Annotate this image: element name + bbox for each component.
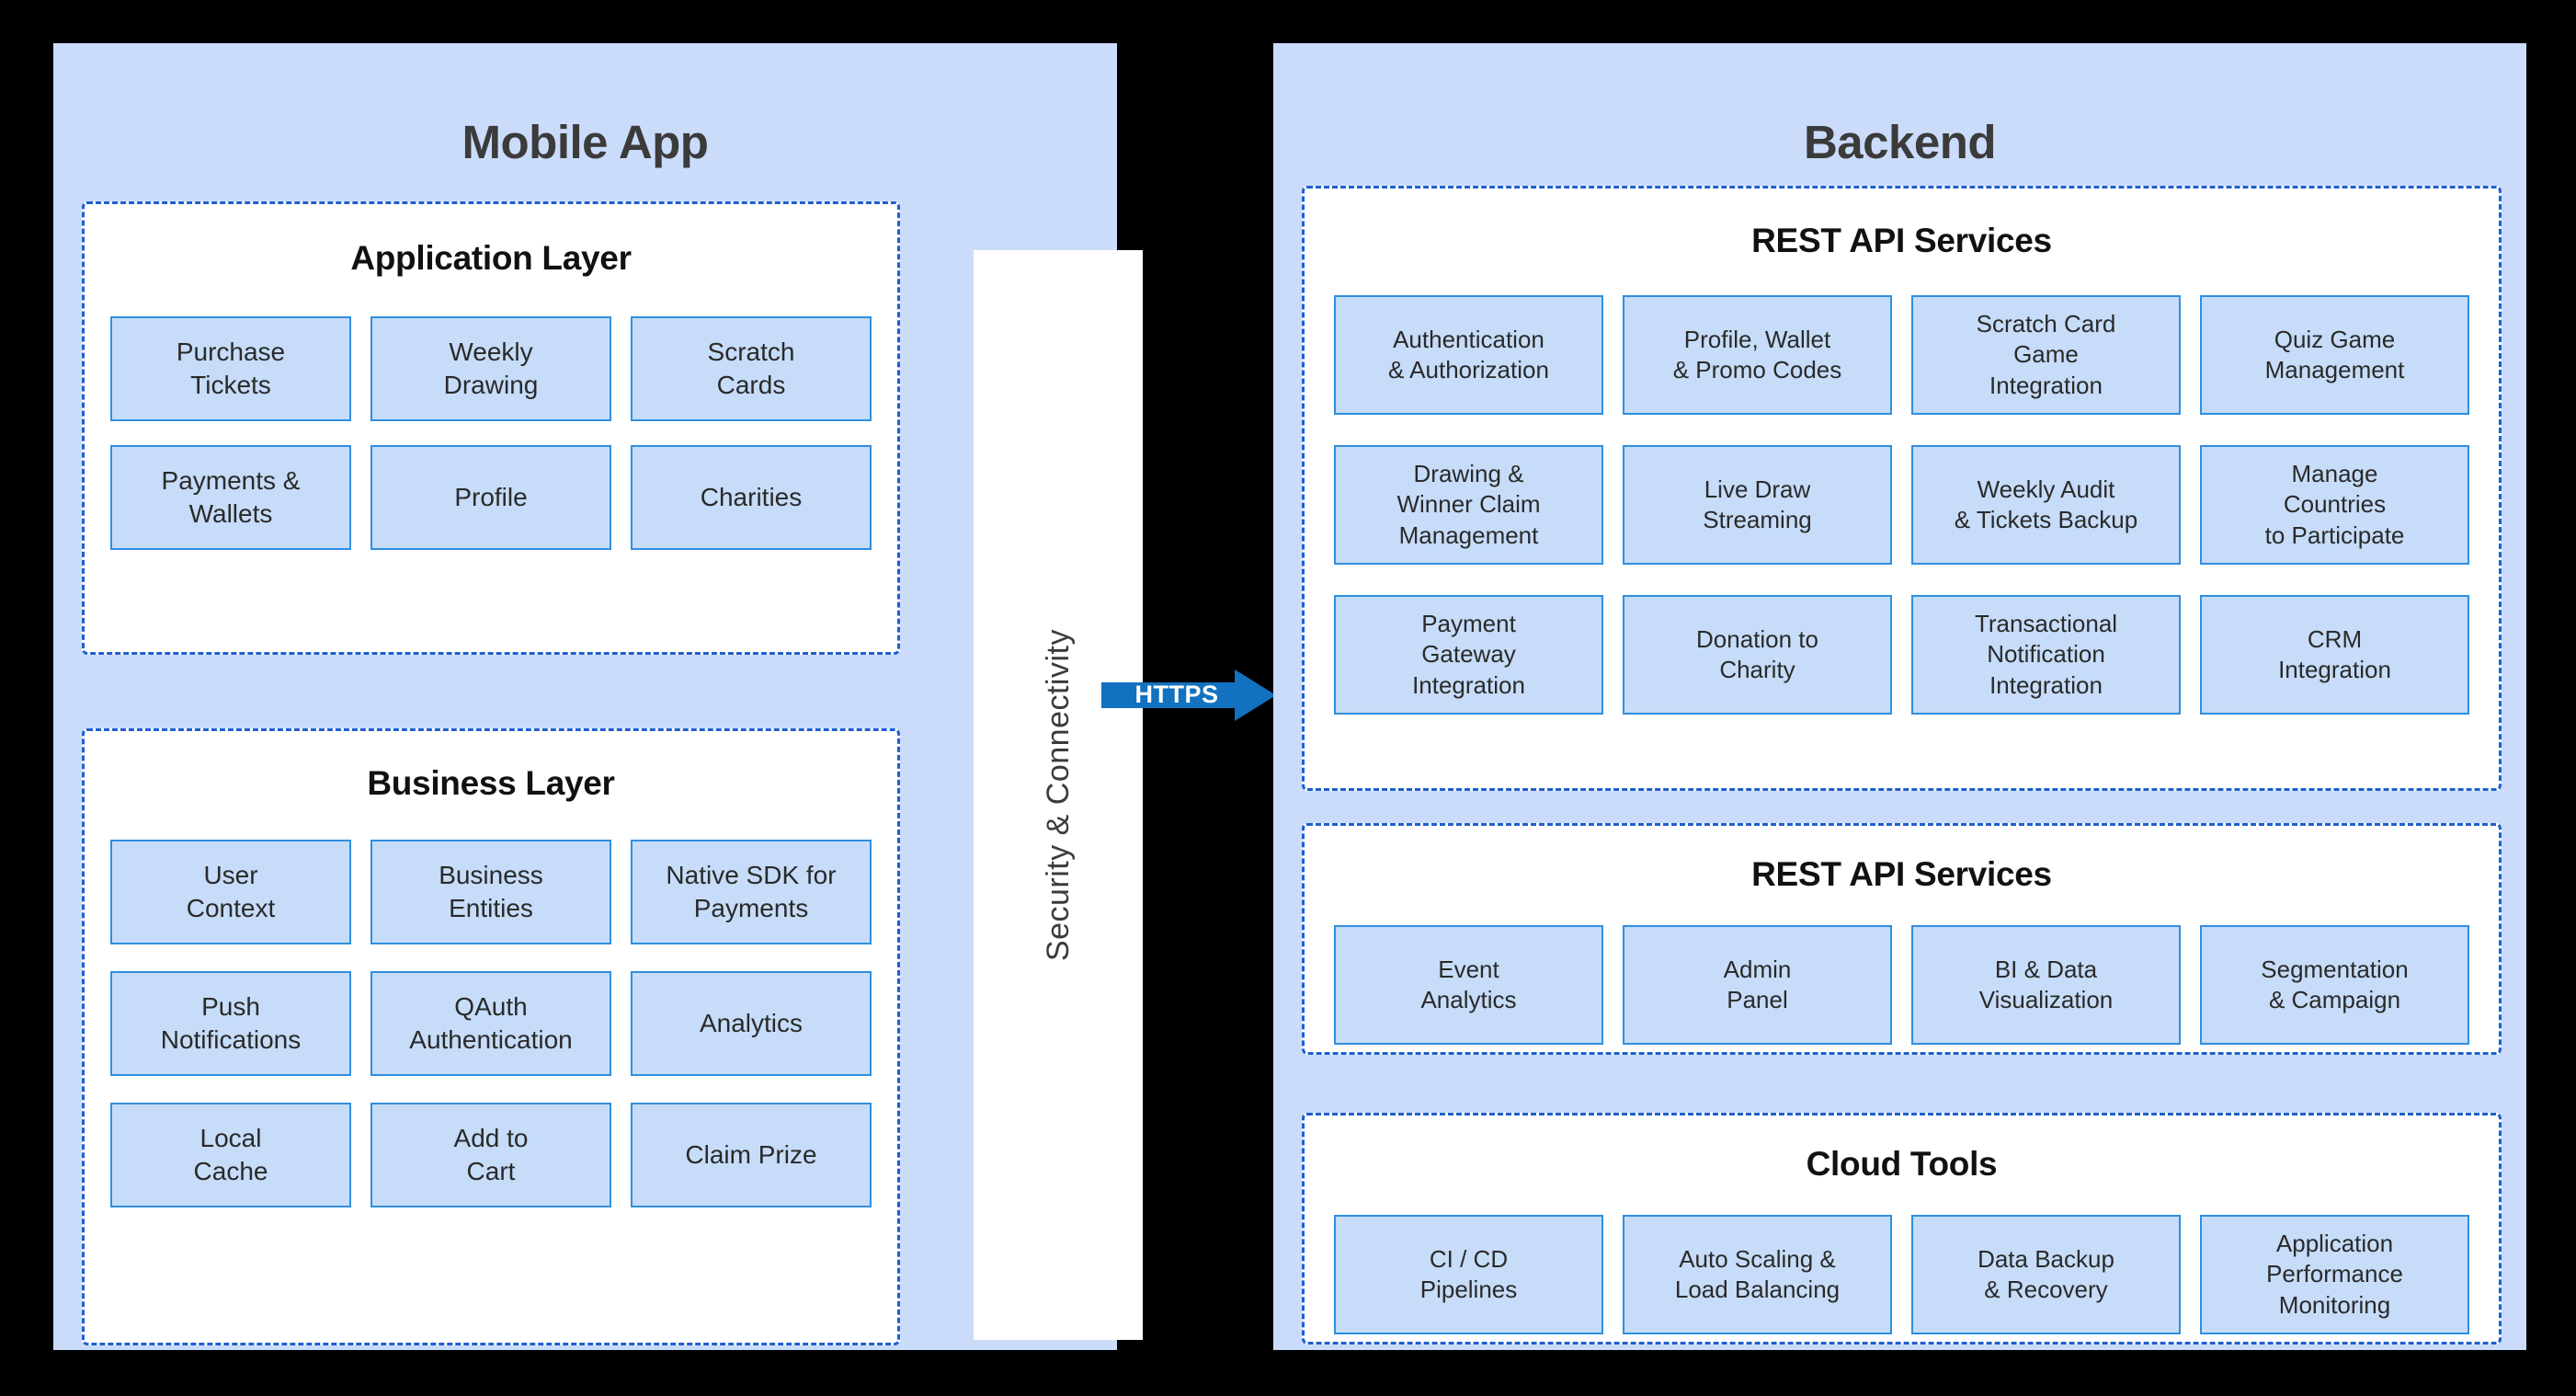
card-manage-countries-to-participate[interactable]: Manage Countries to Participate — [2200, 445, 2469, 565]
security-connectivity-bar: Security & Connectivity — [974, 250, 1143, 1340]
https-arrow-right-icon — [1101, 669, 1276, 721]
backend-title: Backend — [1803, 116, 1997, 168]
business-layer-title: Business Layer — [367, 764, 615, 802]
card-ci-cd-pipelines[interactable]: CI / CD Pipelines — [1334, 1215, 1603, 1334]
rest-api-2-card-grid: Event Analytics Admin Panel BI & Data Vi… — [1334, 925, 2469, 1045]
card-weekly-drawing[interactable]: Weekly Drawing — [370, 316, 611, 421]
cloud-tools-group: Cloud Tools CI / CD Pipelines Auto Scali… — [1302, 1113, 2502, 1345]
mobile-app-title: Mobile App — [462, 116, 709, 168]
card-segmentation-campaign[interactable]: Segmentation & Campaign — [2200, 925, 2469, 1045]
card-analytics[interactable]: Analytics — [631, 971, 872, 1076]
business-layer-card-grid: User Context Business Entities Native SD… — [110, 840, 872, 1207]
backend-panel: Backend REST API Services Authentication… — [1273, 43, 2526, 1350]
card-business-entities[interactable]: Business Entities — [370, 840, 611, 944]
rest-api-services-title-1: REST API Services — [1751, 222, 2052, 259]
card-charities[interactable]: Charities — [631, 445, 872, 550]
mobile-app-panel: Mobile App Application Layer Purchase Ti… — [53, 43, 1143, 1350]
card-payment-gateway-integration[interactable]: Payment Gateway Integration — [1334, 595, 1603, 715]
card-profile-wallet-promo-codes[interactable]: Profile, Wallet & Promo Codes — [1623, 295, 1892, 415]
security-connectivity-label: Security & Connectivity — [1040, 628, 1076, 962]
card-transactional-notification-integration[interactable]: Transactional Notification Integration — [1911, 595, 2181, 715]
rest-api-services-group-2: REST API Services Event Analytics Admin … — [1302, 823, 2502, 1055]
application-layer-title: Application Layer — [350, 239, 632, 277]
card-data-backup-recovery[interactable]: Data Backup & Recovery — [1911, 1215, 2181, 1334]
card-application-performance-monitoring[interactable]: Application Performance Monitoring — [2200, 1215, 2469, 1334]
application-layer-group: Application Layer Purchase Tickets Weekl… — [82, 201, 900, 655]
card-authentication-authorization[interactable]: Authentication & Authorization — [1334, 295, 1603, 415]
cloud-tools-title: Cloud Tools — [1806, 1145, 1998, 1183]
rest-api-services-group-1: REST API Services Authentication & Autho… — [1302, 186, 2502, 791]
rest-api-1-card-grid: Authentication & Authorization Profile, … — [1334, 295, 2469, 715]
card-qauth-authentication[interactable]: QAuth Authentication — [370, 971, 611, 1076]
card-quiz-game-management[interactable]: Quiz Game Management — [2200, 295, 2469, 415]
card-donation-to-charity[interactable]: Donation to Charity — [1623, 595, 1892, 715]
card-scratch-card-game-integration[interactable]: Scratch Card Game Integration — [1911, 295, 2181, 415]
card-user-context[interactable]: User Context — [110, 840, 351, 944]
card-claim-prize[interactable]: Claim Prize — [631, 1103, 872, 1207]
card-bi-data-visualization[interactable]: BI & Data Visualization — [1911, 925, 2181, 1045]
card-event-analytics[interactable]: Event Analytics — [1334, 925, 1603, 1045]
card-crm-integration[interactable]: CRM Integration — [2200, 595, 2469, 715]
card-local-cache[interactable]: Local Cache — [110, 1103, 351, 1207]
card-native-sdk-for-payments[interactable]: Native SDK for Payments — [631, 840, 872, 944]
card-drawing-winner-claim-management[interactable]: Drawing & Winner Claim Management — [1334, 445, 1603, 565]
card-auto-scaling-load-balancing[interactable]: Auto Scaling & Load Balancing — [1623, 1215, 1892, 1334]
card-admin-panel[interactable]: Admin Panel — [1623, 925, 1892, 1045]
card-payments-wallets[interactable]: Payments & Wallets — [110, 445, 351, 550]
card-weekly-audit-tickets-backup[interactable]: Weekly Audit & Tickets Backup — [1911, 445, 2181, 565]
card-purchase-tickets[interactable]: Purchase Tickets — [110, 316, 351, 421]
application-layer-card-grid: Purchase Tickets Weekly Drawing Scratch … — [110, 316, 872, 550]
card-scratch-cards[interactable]: Scratch Cards — [631, 316, 872, 421]
card-push-notifications[interactable]: Push Notifications — [110, 971, 351, 1076]
cloud-tools-card-grid: CI / CD Pipelines Auto Scaling & Load Ba… — [1334, 1215, 2469, 1334]
card-live-draw-streaming[interactable]: Live Draw Streaming — [1623, 445, 1892, 565]
card-profile[interactable]: Profile — [370, 445, 611, 550]
business-layer-group: Business Layer User Context Business Ent… — [82, 728, 900, 1345]
card-add-to-cart[interactable]: Add to Cart — [370, 1103, 611, 1207]
rest-api-services-title-2: REST API Services — [1751, 855, 2052, 893]
